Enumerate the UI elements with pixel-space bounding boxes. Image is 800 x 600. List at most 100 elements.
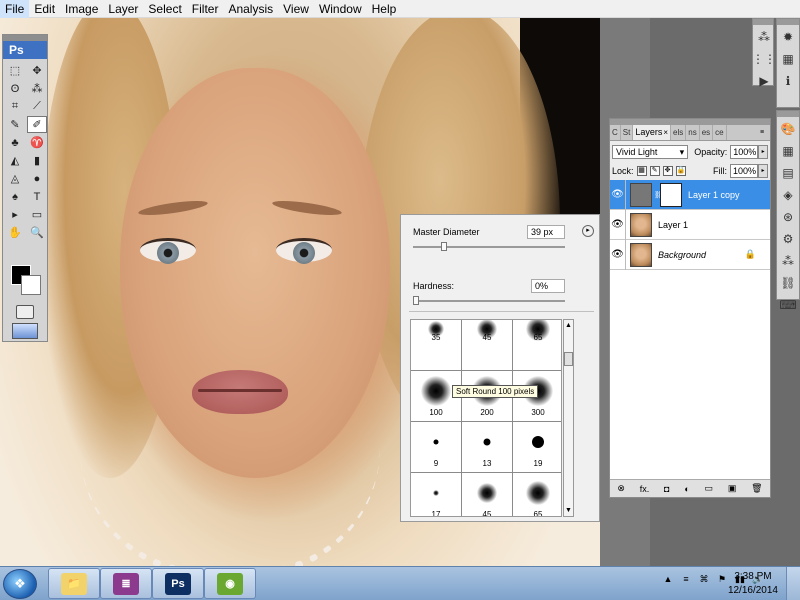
taskbar-app-photoshop[interactable]: Ps bbox=[152, 568, 204, 599]
brush-preset[interactable]: 19 bbox=[513, 422, 561, 472]
master-diameter-slider[interactable] bbox=[413, 242, 565, 251]
gradient-tool-icon[interactable]: ▮ bbox=[27, 152, 47, 169]
color-icon[interactable]: 🎨 bbox=[777, 119, 799, 139]
info-icon[interactable]: ℹ bbox=[777, 71, 799, 91]
brush-preset[interactable]: 9 bbox=[411, 422, 461, 472]
show-hidden-icons-icon[interactable]: ▲ bbox=[662, 573, 674, 585]
tab-close-icon[interactable]: × bbox=[663, 128, 668, 137]
lock-transparency-icon[interactable]: ▦ bbox=[636, 165, 647, 176]
menu-edit[interactable]: Edit bbox=[29, 0, 60, 18]
history-brush-icon[interactable]: ♈ bbox=[27, 134, 47, 151]
adjustments-icon[interactable]: ◈ bbox=[777, 185, 799, 205]
brush-preset[interactable]: 45 bbox=[462, 473, 512, 516]
blur-tool-icon[interactable]: ◬ bbox=[5, 170, 25, 187]
brush-picker-menu-icon[interactable]: ▸ bbox=[582, 225, 594, 237]
master-diameter-slider-thumb[interactable] bbox=[441, 242, 447, 251]
crop-tool-icon[interactable]: ⌗ bbox=[5, 98, 25, 115]
lock-all-icon[interactable]: 🔒 bbox=[675, 165, 686, 176]
hardness-slider-thumb[interactable] bbox=[413, 296, 419, 305]
show-desktop-button[interactable] bbox=[786, 567, 800, 600]
dock-grip[interactable] bbox=[777, 19, 799, 25]
brush-tool-icon[interactable]: ✐ bbox=[27, 116, 47, 133]
new-layer-icon[interactable]: ▣ bbox=[728, 483, 737, 494]
path-select-icon[interactable]: ▸ bbox=[5, 206, 25, 223]
lock-pixels-icon[interactable]: ✎ bbox=[649, 165, 660, 176]
new-group-icon[interactable]: ▭ bbox=[705, 483, 714, 494]
scrollbar-thumb[interactable] bbox=[564, 352, 573, 366]
visibility-eye-icon[interactable]: 👁 bbox=[610, 209, 626, 240]
hand-tool-icon[interactable]: ✋ bbox=[5, 224, 25, 241]
link-layers-icon[interactable]: ⊗ bbox=[617, 483, 625, 494]
action-center-icon[interactable]: ≡ bbox=[680, 573, 692, 585]
taskbar-app-winrar[interactable]: ≣ bbox=[100, 568, 152, 599]
zoom-tool-icon[interactable]: 🔍 bbox=[27, 224, 47, 241]
histogram-icon[interactable]: ▦ bbox=[777, 49, 799, 69]
hardness-input[interactable]: 0% bbox=[531, 279, 565, 293]
tab-els[interactable]: els bbox=[671, 125, 687, 140]
menu-help[interactable]: Help bbox=[367, 0, 402, 18]
opacity-input[interactable]: 100% bbox=[730, 144, 759, 159]
layer-style-icon[interactable]: fx. bbox=[640, 484, 650, 494]
channels-icon[interactable]: ⌨ bbox=[777, 295, 799, 315]
brush-preset[interactable]: 17 bbox=[411, 473, 461, 516]
background-color-swatch[interactable] bbox=[21, 275, 41, 295]
dodge-tool-icon[interactable]: ● bbox=[27, 170, 47, 187]
tab-st[interactable]: St bbox=[621, 125, 634, 140]
visibility-eye-icon[interactable]: 👁 bbox=[610, 239, 626, 270]
dock-grip[interactable] bbox=[777, 111, 799, 117]
eyedropper-icon[interactable]: ⟋ bbox=[27, 98, 47, 115]
menu-filter[interactable]: Filter bbox=[187, 0, 224, 18]
clock[interactable]: 3:38 PM 12/16/2014 bbox=[728, 570, 778, 598]
layer-row[interactable]: 👁 Background 🔒 bbox=[610, 239, 770, 270]
brushes-icon[interactable]: ⚙ bbox=[777, 229, 799, 249]
scroll-up-arrow-icon[interactable]: ▲ bbox=[564, 320, 573, 331]
masks-icon[interactable]: ⊛ bbox=[777, 207, 799, 227]
move-tool-icon[interactable]: ✥ bbox=[27, 62, 47, 79]
styles-icon[interactable]: ▤ bbox=[777, 163, 799, 183]
lasso-tool-icon[interactable]: ʘ bbox=[5, 80, 25, 97]
tab-es[interactable]: es bbox=[700, 125, 714, 140]
shape-tool-icon[interactable]: ▭ bbox=[27, 206, 47, 223]
master-diameter-input[interactable]: 39 px bbox=[527, 225, 565, 239]
fill-input[interactable]: 100% bbox=[730, 163, 758, 178]
brush-preset[interactable]: 13 bbox=[462, 422, 512, 472]
menu-select[interactable]: Select bbox=[143, 0, 186, 18]
menu-file[interactable]: File bbox=[0, 0, 30, 18]
healing-brush-icon[interactable]: ✎ bbox=[5, 116, 25, 133]
tab-ns[interactable]: ns bbox=[686, 125, 700, 140]
menu-layer[interactable]: Layer bbox=[103, 0, 143, 18]
network-app-icon[interactable]: ⌘ bbox=[698, 573, 710, 585]
brush-preset[interactable]: 45 bbox=[462, 320, 512, 370]
magic-wand-icon[interactable]: ⁂ bbox=[27, 80, 47, 97]
taskbar-app-app4[interactable]: ◉ bbox=[204, 568, 256, 599]
brush-preset[interactable]: 65 bbox=[513, 473, 561, 516]
menu-image[interactable]: Image bbox=[60, 0, 103, 18]
start-button[interactable]: ❖ bbox=[3, 569, 37, 599]
lock-position-icon[interactable]: ✥ bbox=[662, 165, 673, 176]
opacity-slider-arrow-icon[interactable]: ▸ bbox=[758, 144, 768, 159]
brush-preset[interactable]: 65 bbox=[513, 320, 561, 370]
screen-mode-button[interactable] bbox=[12, 323, 38, 339]
quick-mask-button[interactable] bbox=[16, 305, 34, 319]
pen-tool-icon[interactable]: ♠ bbox=[5, 188, 25, 205]
eraser-icon[interactable]: ◭ bbox=[5, 152, 25, 169]
add-mask-icon[interactable]: ◘ bbox=[664, 484, 669, 494]
hardness-slider[interactable] bbox=[413, 296, 565, 305]
brush-preset[interactable]: 35 bbox=[411, 320, 461, 370]
menu-analysis[interactable]: Analysis bbox=[223, 0, 278, 18]
paths-icon[interactable]: ⛓ bbox=[777, 273, 799, 293]
type-tool-icon[interactable]: T bbox=[27, 188, 47, 205]
brush-grid-scrollbar[interactable]: ▲ ▼ bbox=[563, 319, 574, 517]
layer-comps-icon[interactable]: ⋮⋮ bbox=[752, 49, 776, 69]
dock-grip[interactable] bbox=[753, 19, 773, 25]
tab-layers[interactable]: Layers× bbox=[633, 125, 672, 140]
marquee-tool-icon[interactable]: ⬚ bbox=[5, 62, 25, 79]
visibility-eye-icon[interactable]: 👁 bbox=[610, 179, 626, 210]
actions-icon[interactable]: ▶ bbox=[753, 71, 775, 91]
scroll-down-arrow-icon[interactable]: ▼ bbox=[564, 505, 573, 516]
menu-window[interactable]: Window bbox=[314, 0, 367, 18]
swatches-icon[interactable]: ▦ bbox=[777, 141, 799, 161]
menu-view[interactable]: View bbox=[278, 0, 314, 18]
layer-mask-thumbnail[interactable] bbox=[660, 182, 682, 207]
tab-c[interactable]: C bbox=[610, 125, 621, 140]
